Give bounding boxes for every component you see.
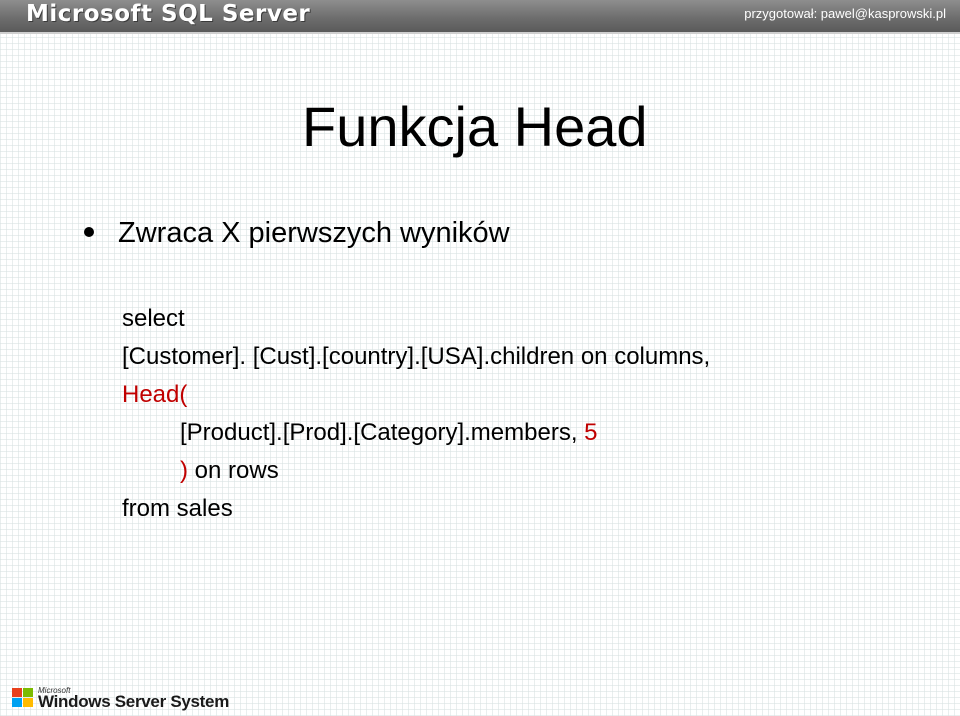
- sql-server-logo: Microsoft SQL Server: [26, 1, 311, 27]
- header-bar: Microsoft SQL Server przygotował: pawel@…: [0, 0, 960, 34]
- code-line-select: select: [122, 305, 185, 332]
- code-rows-text: on rows: [188, 457, 279, 484]
- windows-flag-icon: [12, 688, 34, 708]
- code-line-from: from sales: [122, 495, 233, 522]
- code-line-members: [Product].[Prod].[Category].members, 5: [180, 417, 598, 449]
- windows-server-system-logo: Microsoft Windows Server System: [12, 686, 229, 712]
- code-line-rows: ) on rows: [180, 455, 279, 487]
- code-close-paren: ): [180, 457, 188, 484]
- bullet-text: Zwraca X pierwszych wyników: [118, 217, 510, 249]
- slide-title: Funkcja Head: [302, 95, 648, 158]
- code-line-columns: [Customer]. [Cust].[country].[USA].child…: [122, 343, 711, 370]
- bullet-item: Zwraca X pierwszych wyników: [84, 214, 510, 252]
- bullet-icon: [84, 227, 94, 238]
- windows-server-system-text: Windows Server System: [38, 692, 230, 711]
- code-count-value: 5: [584, 419, 598, 446]
- code-line-head: Head(: [122, 381, 188, 408]
- code-members-text: [Product].[Prod].[Category].members,: [180, 419, 585, 446]
- author-credit: przygotował: pawel@kasprowski.pl: [744, 6, 946, 21]
